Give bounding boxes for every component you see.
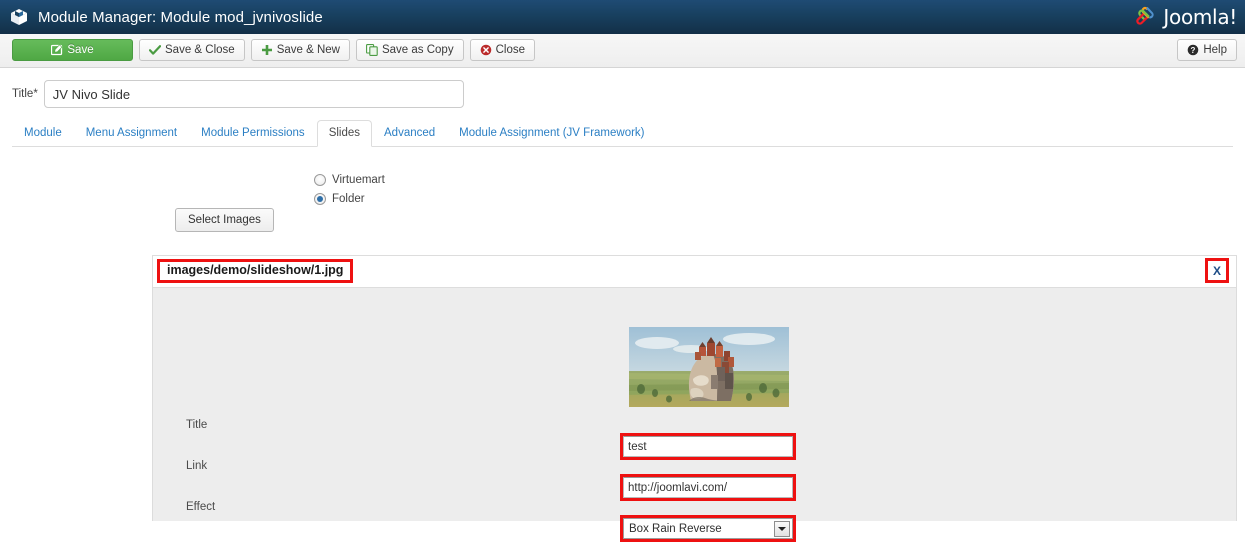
help-button[interactable]: ? Help — [1177, 39, 1237, 61]
tab-module[interactable]: Module — [12, 120, 74, 146]
save-and-close-label: Save & Close — [165, 44, 235, 56]
tab-module-permissions[interactable]: Module Permissions — [189, 120, 317, 146]
slide-panel: images/demo/slideshow/1.jpg X Title Link… — [152, 256, 1237, 542]
tab-slides[interactable]: Slides — [316, 120, 373, 147]
slide-thumbnail[interactable] — [629, 327, 789, 407]
close-button[interactable]: Close — [469, 39, 535, 61]
slide-title-highlight — [620, 433, 796, 460]
tab-menu-assignment[interactable]: Menu Assignment — [74, 120, 189, 146]
radio-option-folder[interactable]: Folder — [314, 190, 385, 208]
page-title: Module Manager: Module mod_jvnivoslide — [38, 8, 323, 26]
title-field-row: Title* — [12, 80, 464, 108]
slide-field-label-effect: Effect — [186, 501, 216, 513]
svg-text:?: ? — [1191, 46, 1196, 55]
radio-virtuemart-label[interactable]: Virtuemart — [332, 174, 385, 186]
joomla-logo: Joomla! — [1133, 3, 1237, 31]
toolbar-button-group: Save Save & Close Save & New Save as Cop… — [12, 39, 535, 61]
remove-slide-button[interactable]: X — [1205, 258, 1229, 283]
slide-effect-highlight: Box Rain Reverse — [620, 515, 796, 542]
save-as-copy-label: Save as Copy — [381, 44, 454, 56]
slide-image-path: images/demo/slideshow/1.jpg — [157, 259, 354, 283]
title-field-label: Title* — [12, 88, 38, 100]
help-button-label: Help — [1203, 44, 1227, 56]
tab-module-assignment-jv-framework[interactable]: Module Assignment (JV Framework) — [447, 120, 656, 146]
header-left: Module Manager: Module mod_jvnivoslide — [0, 8, 323, 26]
slide-effect-selected-value: Box Rain Reverse — [629, 522, 722, 535]
tab-advanced[interactable]: Advanced — [372, 120, 447, 146]
save-button[interactable]: Save — [12, 39, 133, 61]
slide-panel-header: images/demo/slideshow/1.jpg X — [153, 256, 1236, 288]
slide-field-label-title: Title — [186, 419, 208, 431]
joomla-mark-icon — [1133, 4, 1159, 30]
slide-panel-body: Title Link Effect Box Rain Reverse — [153, 288, 1236, 542]
slide-field-label-link: Link — [186, 460, 208, 472]
app-header: Module Manager: Module mod_jvnivoslide J… — [0, 0, 1245, 34]
radio-option-virtuemart[interactable]: Virtuemart — [314, 171, 385, 189]
toolbar: Save Save & Close Save & New Save as Cop… — [0, 34, 1245, 68]
radio-folder[interactable] — [314, 193, 326, 205]
tab-bar: Module Menu Assignment Module Permission… — [12, 120, 1233, 147]
joomla-wordmark: Joomla! — [1163, 5, 1237, 29]
check-icon — [149, 44, 161, 56]
slide-link-input[interactable] — [623, 477, 793, 498]
close-circle-icon — [480, 44, 492, 56]
slide-link-highlight — [620, 474, 796, 501]
title-label-text: Title — [12, 88, 34, 100]
required-marker: * — [33, 88, 38, 100]
plus-icon — [261, 44, 273, 56]
chevron-down-icon[interactable] — [774, 520, 790, 537]
title-input[interactable] — [43, 80, 464, 108]
image-source-radio-group: Virtuemart Folder — [314, 171, 385, 209]
close-button-label: Close — [495, 44, 525, 56]
save-and-new-label: Save & New — [276, 44, 340, 56]
slide-title-input[interactable] — [623, 436, 793, 457]
save-as-copy-button[interactable]: Save as Copy — [355, 39, 464, 61]
select-images-button[interactable]: Select Images — [175, 208, 274, 232]
copy-icon — [366, 44, 378, 56]
radio-virtuemart[interactable] — [314, 174, 326, 186]
save-and-close-button[interactable]: Save & Close — [139, 39, 245, 61]
question-circle-icon: ? — [1187, 44, 1199, 56]
slide-effect-select[interactable]: Box Rain Reverse — [623, 518, 793, 539]
cube-icon — [10, 8, 28, 26]
radio-folder-label[interactable]: Folder — [332, 193, 365, 205]
save-button-label: Save — [67, 44, 94, 56]
save-and-new-button[interactable]: Save & New — [250, 39, 350, 61]
pencil-square-icon — [51, 44, 63, 56]
